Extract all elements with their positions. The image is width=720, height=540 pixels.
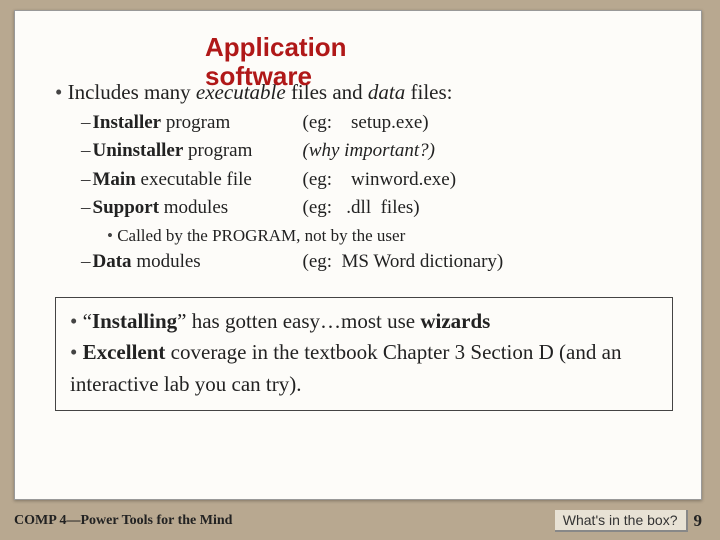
page-number: 9 [694, 511, 703, 531]
slide-title: Application software [205, 33, 405, 90]
note-box: “Installing” has gotten easy…most use wi… [55, 297, 673, 412]
subnote-program: Called by the PROGRAM, not by the user [107, 223, 673, 249]
note-installing: “Installing” has gotten easy…most use wi… [70, 306, 658, 338]
note-coverage: Excellent coverage in the textbook Chapt… [70, 337, 658, 400]
item-installer: Installer program (eg: setup.exe) [81, 109, 673, 138]
slide-content: Includes many executable files and data … [55, 77, 673, 411]
item-support: Support modules (eg: .dll files) [81, 194, 673, 223]
footer-course: COMP 4—Power Tools for the Mind [14, 513, 232, 529]
item-main: Main executable file (eg: winword.exe) [81, 166, 673, 195]
slide: Application software Includes many execu… [14, 10, 702, 500]
item-uninstaller: Uninstaller program (why important?) [81, 137, 673, 166]
footer: COMP 4—Power Tools for the Mind What's i… [14, 510, 702, 532]
footer-box: What's in the box? [555, 510, 688, 532]
item-data: Data modules (eg: MS Word dictionary) [81, 248, 673, 277]
